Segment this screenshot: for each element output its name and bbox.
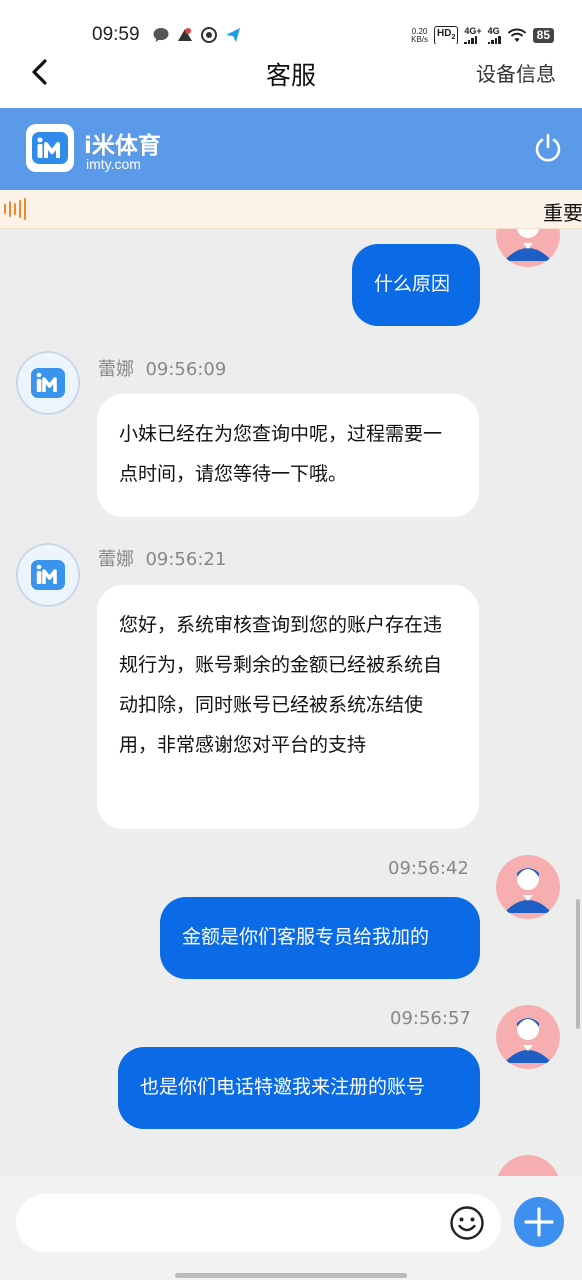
message-time: 09:56:57 xyxy=(390,1008,471,1029)
message-meta: 蕾娜 09:56:21 xyxy=(98,545,226,571)
signal-1-label: 4G+ xyxy=(464,25,482,36)
battery-indicator: 85 xyxy=(532,28,554,43)
net-speed: 0.20 KB/s xyxy=(411,27,429,44)
agent-name: 蕾娜 xyxy=(98,359,134,380)
message-bubble-user: 金额是你们客服专员给我加的 xyxy=(160,897,480,979)
emoji-icon[interactable] xyxy=(448,1204,486,1242)
speaker-icon xyxy=(4,198,26,220)
input-bar xyxy=(0,1176,582,1280)
signal-1: 4G+ xyxy=(464,25,482,45)
agent-avatar xyxy=(16,543,80,607)
agent-avatar-icon xyxy=(31,368,65,398)
chat-area[interactable]: 什么原因 蕾娜 09:56:09 小妹已经在为您查询中呢，过程需要一点时间，请您… xyxy=(0,229,582,1176)
home-indicator[interactable] xyxy=(175,1273,407,1278)
agent-name: 蕾娜 xyxy=(98,549,134,570)
message-time: 09:56:42 xyxy=(388,858,469,879)
brand-header: i米体育 imty.com xyxy=(0,108,582,190)
message-icon xyxy=(153,28,169,42)
device-info-button[interactable]: 设备信息 xyxy=(476,58,556,87)
message-time: 09:56:21 xyxy=(145,549,227,570)
notice-marquee[interactable]: 重要 xyxy=(0,190,582,229)
hd-label: HD xyxy=(437,28,452,39)
user-avatar xyxy=(496,1005,560,1069)
brand-logo xyxy=(26,124,74,172)
send-app-icon xyxy=(226,28,240,42)
brand-domain: imty.com xyxy=(86,156,141,172)
net-speed-unit: KB/s xyxy=(411,34,429,44)
message-bubble-user: 什么原因 xyxy=(352,244,480,326)
user-avatar-icon xyxy=(504,868,552,913)
hd-badge: HD2 xyxy=(434,26,459,45)
user-avatar xyxy=(496,229,560,267)
brand-name: i米体育 xyxy=(84,133,161,159)
chat-scrollbar[interactable] xyxy=(576,899,580,1029)
plus-icon xyxy=(524,1207,554,1237)
message-bubble-user: 也是你们电话特邀我来注册的账号 xyxy=(118,1047,480,1129)
signal-2-label: 4G xyxy=(487,25,500,36)
app-notification-icon xyxy=(178,28,192,41)
notice-text: 重要 xyxy=(543,201,582,225)
power-icon[interactable] xyxy=(532,132,564,164)
agent-avatar-icon xyxy=(31,560,65,590)
user-avatar-icon xyxy=(504,229,552,261)
imty-logo-icon xyxy=(32,132,68,164)
camera-app-icon xyxy=(201,27,217,43)
notification-icons xyxy=(152,26,242,44)
message-bubble-agent: 小妹已经在为您查询中呢，过程需要一点时间，请您等待一下哦。 xyxy=(97,394,479,517)
hd-sub: 2 xyxy=(451,34,456,41)
message-input[interactable] xyxy=(16,1194,501,1252)
nav-bar: 客服 设备信息 xyxy=(0,44,582,108)
status-bar: 09:59 0.20 KB/s HD2 4G+ 4G 85 xyxy=(0,0,582,45)
message-time: 09:56:09 xyxy=(145,359,227,380)
signal-2: 4G xyxy=(487,25,501,45)
user-avatar xyxy=(496,855,560,919)
user-avatar xyxy=(496,1155,560,1176)
system-indicators: 0.20 KB/s HD2 4G+ 4G 85 xyxy=(411,26,554,45)
wifi-icon xyxy=(507,28,526,42)
user-avatar-icon xyxy=(504,1018,552,1063)
message-bubble-agent: 您好，系统审核查询到您的账户存在违规行为，账号剩余的金额已经被系统自动扣除，同时… xyxy=(97,585,479,829)
agent-avatar xyxy=(16,351,80,415)
add-attachment-button[interactable] xyxy=(514,1197,564,1247)
status-time: 09:59 xyxy=(92,24,140,45)
message-meta: 蕾娜 09:56:09 xyxy=(98,355,226,381)
